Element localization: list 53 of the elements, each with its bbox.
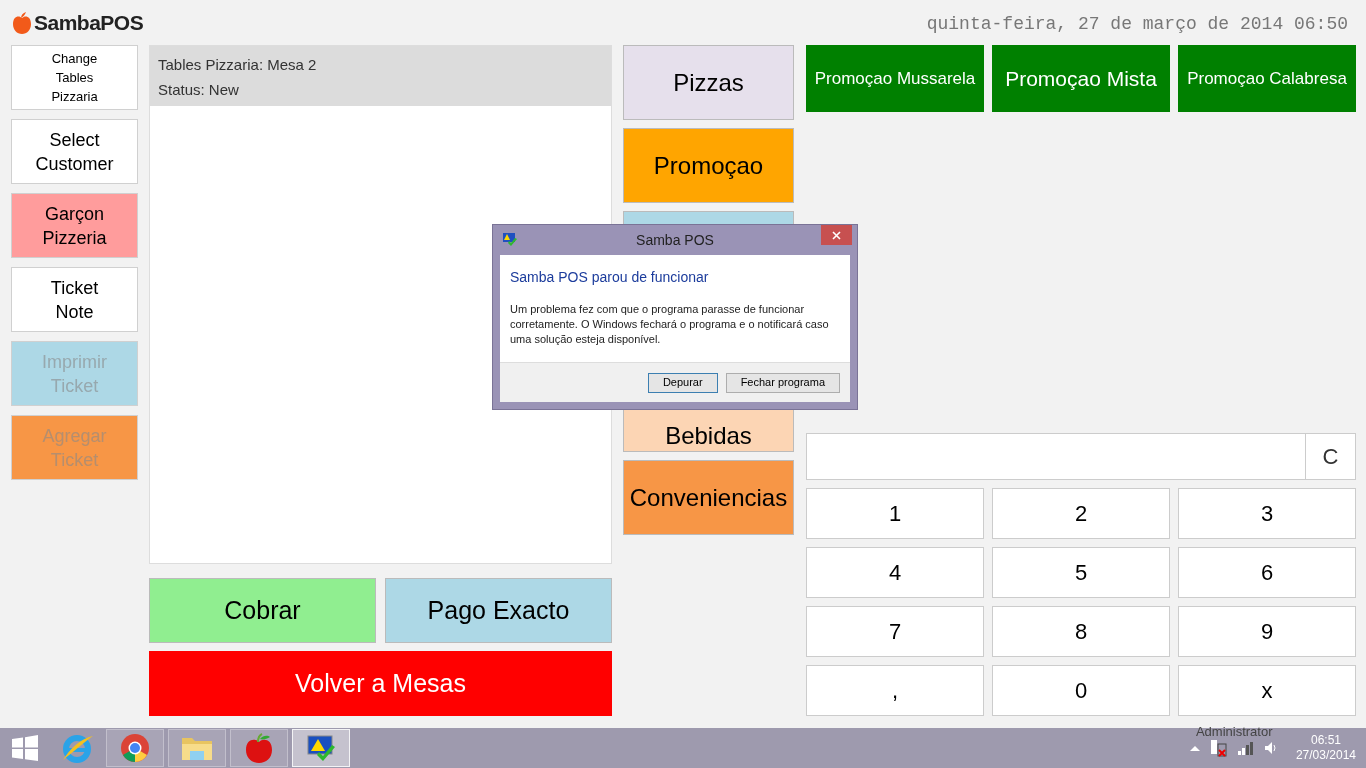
speaker-icon[interactable] xyxy=(1263,741,1278,755)
category-button[interactable]: Promoçao xyxy=(623,128,794,203)
warning-monitor-icon xyxy=(502,231,518,247)
action-button[interactable]: Change Tables Pizzaria xyxy=(11,45,138,110)
power-plug-icon[interactable] xyxy=(1209,738,1228,758)
action-button[interactable]: Ticket Note xyxy=(11,267,138,332)
numpad-key[interactable]: , xyxy=(806,665,984,716)
taskbar-app[interactable] xyxy=(292,729,350,767)
numpad-key[interactable]: 5 xyxy=(992,547,1170,598)
apple-logo-icon xyxy=(12,10,32,35)
dialog-title: Samba POS xyxy=(636,230,714,250)
numpad-key[interactable]: 7 xyxy=(806,606,984,657)
product-button[interactable]: Promoçao Mista xyxy=(992,45,1170,112)
dialog-button[interactable]: Fechar programa xyxy=(725,372,840,393)
dialog-message: Um problema fez com que o programa parasse de funcionar corretamente. O Windows fechará o programa e o notificará caso uma solução esteja disponível. xyxy=(510,302,830,347)
action-button[interactable]: Select Customer xyxy=(11,119,138,184)
numpad-key[interactable]: 8 xyxy=(992,606,1170,657)
warning-monitor-icon xyxy=(305,733,337,763)
payment-button[interactable]: Cobrar xyxy=(149,578,376,643)
numpad-key[interactable]: 6 xyxy=(1178,547,1356,598)
ticket-title: Tables Pizzaria: Mesa 2 xyxy=(158,55,318,75)
taskbar-app[interactable] xyxy=(230,729,288,767)
taskbar-app[interactable] xyxy=(106,729,164,767)
ticket-status: Status: New xyxy=(158,79,240,100)
chrome-circle-icon xyxy=(120,733,150,763)
dialog-button[interactable]: Depurar xyxy=(647,372,718,393)
dialog-heading: Samba POS parou de funcionar xyxy=(510,268,710,287)
show-hidden-icons-icon[interactable] xyxy=(1189,745,1200,751)
signal-icon[interactable] xyxy=(1237,741,1254,755)
close-icon xyxy=(832,230,841,240)
numpad-key[interactable]: 0 xyxy=(992,665,1170,716)
payment-button[interactable]: Pago Exacto xyxy=(385,578,612,643)
category-button[interactable]: Conveniencias xyxy=(623,460,794,535)
date-time: quinta-feira, 27 de março de 2014 06:50 xyxy=(926,13,1348,36)
product-button[interactable]: Promoçao Calabresa xyxy=(1178,45,1356,112)
apple-icon xyxy=(245,733,273,763)
category-button[interactable]: Pizzas xyxy=(623,45,794,120)
app-logo: SambaPOS xyxy=(34,9,144,36)
numpad-key[interactable]: 2 xyxy=(992,488,1170,539)
back-button[interactable]: Volver a Mesas xyxy=(149,651,612,716)
windows-start-icon[interactable] xyxy=(12,735,38,761)
browser-e-icon xyxy=(60,732,94,764)
product-button[interactable]: Promoçao Mussarela xyxy=(806,45,984,112)
close-button[interactable] xyxy=(821,225,852,245)
clear-button[interactable]: C xyxy=(1305,434,1355,479)
numpad-key[interactable]: x xyxy=(1178,665,1356,716)
numpad-key[interactable]: 4 xyxy=(806,547,984,598)
numpad-key[interactable]: 1 xyxy=(806,488,984,539)
amount-field[interactable]: C xyxy=(806,433,1356,480)
numpad-key[interactable]: 3 xyxy=(1178,488,1356,539)
numpad-key[interactable]: 9 xyxy=(1178,606,1356,657)
action-button[interactable]: Garçon Pizzeria xyxy=(11,193,138,258)
user-name: Administrator xyxy=(1195,723,1273,741)
